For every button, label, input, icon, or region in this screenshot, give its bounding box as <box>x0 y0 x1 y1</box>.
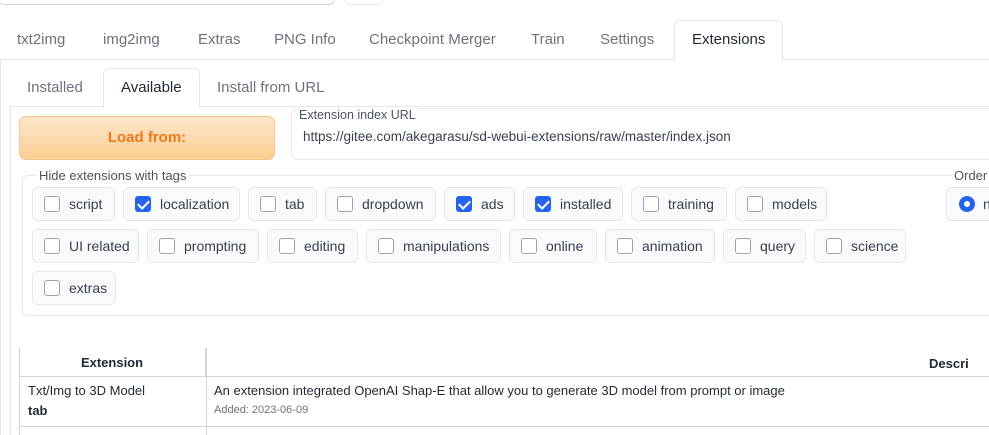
tag-label: models <box>772 196 818 212</box>
tag-label: ads <box>481 196 504 212</box>
tag-label: tab <box>285 196 305 212</box>
tag-checkbox-installed[interactable]: installed <box>523 187 623 221</box>
checkbox-icon[interactable] <box>279 238 295 254</box>
tag-label: query <box>760 238 796 254</box>
subtab-installed[interactable]: Installed <box>10 68 100 107</box>
checkbox-icon[interactable] <box>44 238 60 254</box>
tab-train[interactable]: Train <box>514 20 582 60</box>
tab-extras[interactable]: Extras <box>181 20 258 60</box>
tag-label: editing <box>304 238 346 254</box>
subtab-available[interactable]: Available <box>103 68 200 108</box>
sub-tab-bar: Installed Available Install from URL <box>10 68 989 108</box>
tag-checkbox-science[interactable]: science <box>814 229 906 263</box>
checkbox-icon[interactable] <box>260 196 276 212</box>
tag-checkbox-tab[interactable]: tab <box>248 187 317 221</box>
checkbox-icon[interactable] <box>747 196 763 212</box>
checkbox-icon[interactable] <box>44 280 60 296</box>
tag-label: training <box>668 196 714 212</box>
radio-selected-icon[interactable] <box>959 196 975 212</box>
order-radio-option[interactable]: n <box>946 187 989 221</box>
top-panel-fragment <box>0 0 335 5</box>
checkbox-icon[interactable] <box>159 238 175 254</box>
top-button-fragment[interactable] <box>344 0 384 5</box>
tag-checkbox-query[interactable]: query <box>723 229 806 263</box>
extension-tag: tab <box>28 403 48 418</box>
tag-label: animation <box>642 238 703 254</box>
tag-checkbox-prompting[interactable]: prompting <box>147 229 259 263</box>
extension-added-date: Added: 2023-06-09 <box>214 404 309 416</box>
subtab-install-from-url[interactable]: Install from URL <box>200 68 342 107</box>
table-left-border <box>19 348 20 435</box>
tag-checkbox-script[interactable]: script <box>32 187 115 221</box>
checkbox-icon[interactable] <box>617 238 633 254</box>
hide-tags-label: Hide extensions with tags <box>36 168 190 183</box>
tab-txt2img[interactable]: txt2img <box>0 20 82 60</box>
extension-description: An extension integrated OpenAI Shap-E th… <box>214 383 785 398</box>
checked-checkbox-icon[interactable] <box>456 196 472 212</box>
tag-checkbox-training[interactable]: training <box>631 187 727 221</box>
tag-checkbox-manipulations[interactable]: manipulations <box>366 229 501 263</box>
extension-index-label: Extension index URL <box>297 108 418 123</box>
extension-name[interactable]: Txt/Img to 3D Model <box>28 383 145 398</box>
tag-label: prompting <box>184 238 247 254</box>
tag-label: script <box>69 196 103 212</box>
tag-label: extras <box>69 280 108 296</box>
tag-checkbox-animation[interactable]: animation <box>605 229 715 263</box>
tab-img2img[interactable]: img2img <box>86 20 177 60</box>
tab-png-info[interactable]: PNG Info <box>257 20 353 60</box>
checkbox-icon[interactable] <box>643 196 659 212</box>
tag-checkbox-dropdown[interactable]: dropdown <box>325 187 436 221</box>
checkbox-icon[interactable] <box>378 238 394 254</box>
tag-label: online <box>546 238 584 254</box>
tab-extensions[interactable]: Extensions <box>674 20 784 61</box>
tag-label: dropdown <box>362 196 424 212</box>
tag-label: installed <box>560 196 612 212</box>
tab-checkpoint-merger[interactable]: Checkpoint Merger <box>352 20 513 60</box>
checkbox-icon[interactable] <box>44 196 60 212</box>
table-row-divider <box>19 426 989 427</box>
order-option-label: n <box>983 196 989 212</box>
checkbox-icon[interactable] <box>521 238 537 254</box>
tag-checkbox-editing[interactable]: editing <box>267 229 358 263</box>
checkbox-icon[interactable] <box>735 238 751 254</box>
column-header-extension[interactable]: Extension <box>19 348 206 376</box>
tag-checkbox-extras[interactable]: extras <box>32 271 116 305</box>
tag-label: science <box>851 238 899 254</box>
tag-checkbox-online[interactable]: online <box>509 229 597 263</box>
tag-checkbox-ads[interactable]: ads <box>444 187 515 221</box>
table-header-row: Extension <box>19 348 989 377</box>
extension-index-input[interactable] <box>303 129 983 144</box>
tag-checkbox-ui-related[interactable]: UI related <box>32 229 139 263</box>
tab-settings[interactable]: Settings <box>583 20 671 60</box>
order-label: Order <box>951 168 989 183</box>
tag-label: manipulations <box>403 238 490 254</box>
tag-checkbox-models[interactable]: models <box>735 187 827 221</box>
checkbox-icon[interactable] <box>826 238 842 254</box>
column-header-description[interactable]: Descri <box>929 356 969 371</box>
table-column-divider <box>206 348 207 435</box>
tag-label: localization <box>160 196 230 212</box>
tag-checkbox-localization[interactable]: localization <box>123 187 240 221</box>
checkbox-icon[interactable] <box>337 196 353 212</box>
checked-checkbox-icon[interactable] <box>535 196 551 212</box>
checked-checkbox-icon[interactable] <box>135 196 151 212</box>
load-from-button[interactable]: Load from: <box>19 116 275 160</box>
main-tab-bar: txt2img img2img Extras PNG Info Checkpoi… <box>0 20 989 61</box>
tag-label: UI related <box>69 238 130 254</box>
